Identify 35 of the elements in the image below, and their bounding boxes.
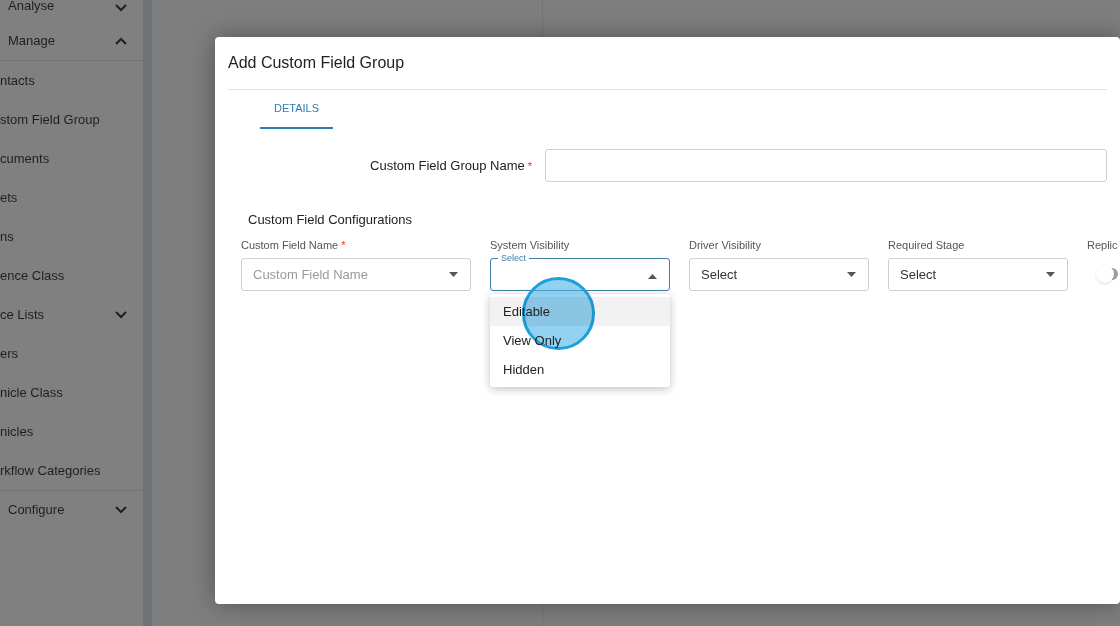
required-asterisk: *: [527, 159, 532, 172]
column-label: Driver Visibility: [689, 239, 761, 251]
select-field[interactable]: Select: [689, 258, 869, 291]
select-value: Select: [900, 265, 937, 284]
sidebar-item[interactable]: stom Field Group: [0, 109, 100, 130]
sidebar-item[interactable]: ns: [0, 226, 14, 247]
dialog-title: Add Custom Field Group: [228, 53, 406, 73]
sidebar-section[interactable]: Analyse: [0, 0, 55, 12]
dropdown-option[interactable]: Hidden: [490, 355, 670, 384]
column-label: Custom Field Name: [241, 239, 339, 251]
sidebar-item[interactable]: ntacts: [0, 70, 35, 91]
required-asterisk: *: [341, 239, 346, 251]
floating-label: Select: [500, 255, 527, 261]
sidebar-section[interactable]: Manage: [0, 31, 55, 51]
sidebar-item[interactable]: nicle Class: [0, 382, 63, 403]
sidebar-item[interactable]: rkflow Categories: [0, 460, 101, 481]
sidebar-item[interactable]: cuments: [0, 148, 50, 169]
placeholder-text: Custom Field Name: [253, 265, 368, 284]
sidebar-item[interactable]: ence Class: [0, 265, 65, 286]
select-field[interactable]: Select: [490, 255, 670, 291]
tab[interactable]: DETAILS: [260, 90, 333, 129]
sidebar-item[interactable]: ers: [0, 343, 19, 364]
sidebar-item[interactable]: ets: [0, 187, 18, 208]
section-heading: Custom Field Configurations: [248, 211, 413, 229]
column-label: System Visibility: [490, 239, 570, 251]
column-label: Replic: [1087, 239, 1118, 251]
column-label: Required Stage: [888, 239, 965, 251]
select-field[interactable]: Select: [888, 258, 1068, 291]
sidebar-item[interactable]: nicles: [0, 421, 34, 442]
dropdown-option[interactable]: View Only: [490, 326, 670, 355]
sidebar-section[interactable]: ce Lists: [0, 304, 45, 325]
select-value: Select: [701, 265, 738, 284]
field-label: Custom Field Group Name: [370, 157, 525, 173]
sidebar-section[interactable]: Configure: [0, 500, 65, 520]
select-field[interactable]: Custom Field Name: [241, 258, 471, 291]
